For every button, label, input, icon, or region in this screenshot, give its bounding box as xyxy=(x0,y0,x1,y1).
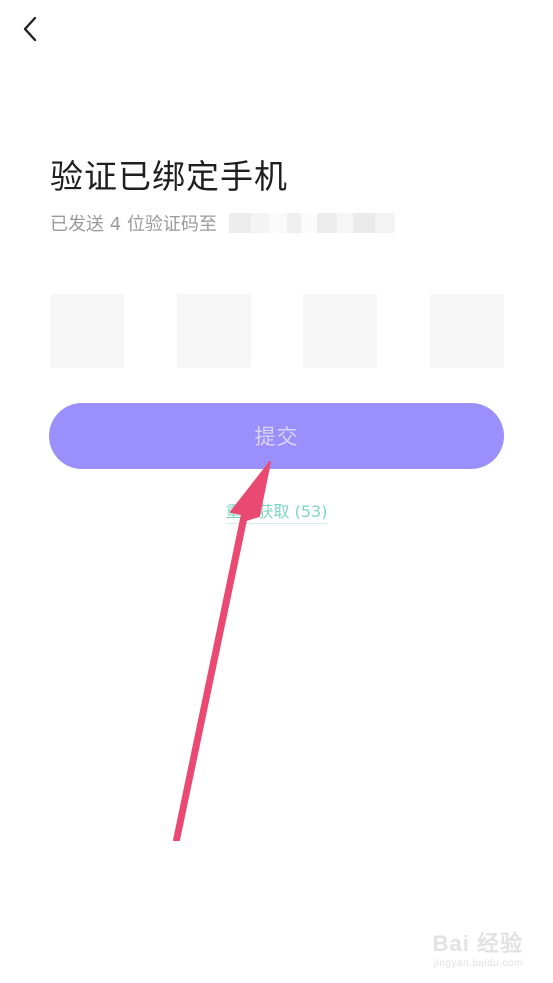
watermark-logo: Bai 经验 xyxy=(432,931,523,956)
submit-label: 提交 xyxy=(254,426,299,449)
code-input-1[interactable] xyxy=(50,294,124,368)
resend-label: 重新获取 (53) xyxy=(225,502,328,524)
annotation-arrow-icon xyxy=(173,461,271,841)
back-button[interactable] xyxy=(14,12,48,46)
page-title: 验证已绑定手机 xyxy=(50,157,288,196)
code-input-3[interactable] xyxy=(303,294,377,368)
code-input-4[interactable] xyxy=(430,294,504,368)
subtitle: 已发送 4 位验证码至 xyxy=(50,210,395,236)
submit-button[interactable]: 提交 xyxy=(49,403,504,469)
watermark: Bai 经验 jingyan.baidu.com xyxy=(433,926,523,969)
watermark-url: jingyan.baidu.com xyxy=(433,958,523,969)
chevron-left-icon xyxy=(23,16,37,42)
resend-code-link[interactable]: 重新获取 (53) xyxy=(0,498,553,524)
masked-phone-number xyxy=(228,213,395,233)
subtitle-text: 已发送 4 位验证码至 xyxy=(50,214,217,235)
code-input-2[interactable] xyxy=(177,294,251,368)
verification-code-inputs xyxy=(50,294,505,368)
